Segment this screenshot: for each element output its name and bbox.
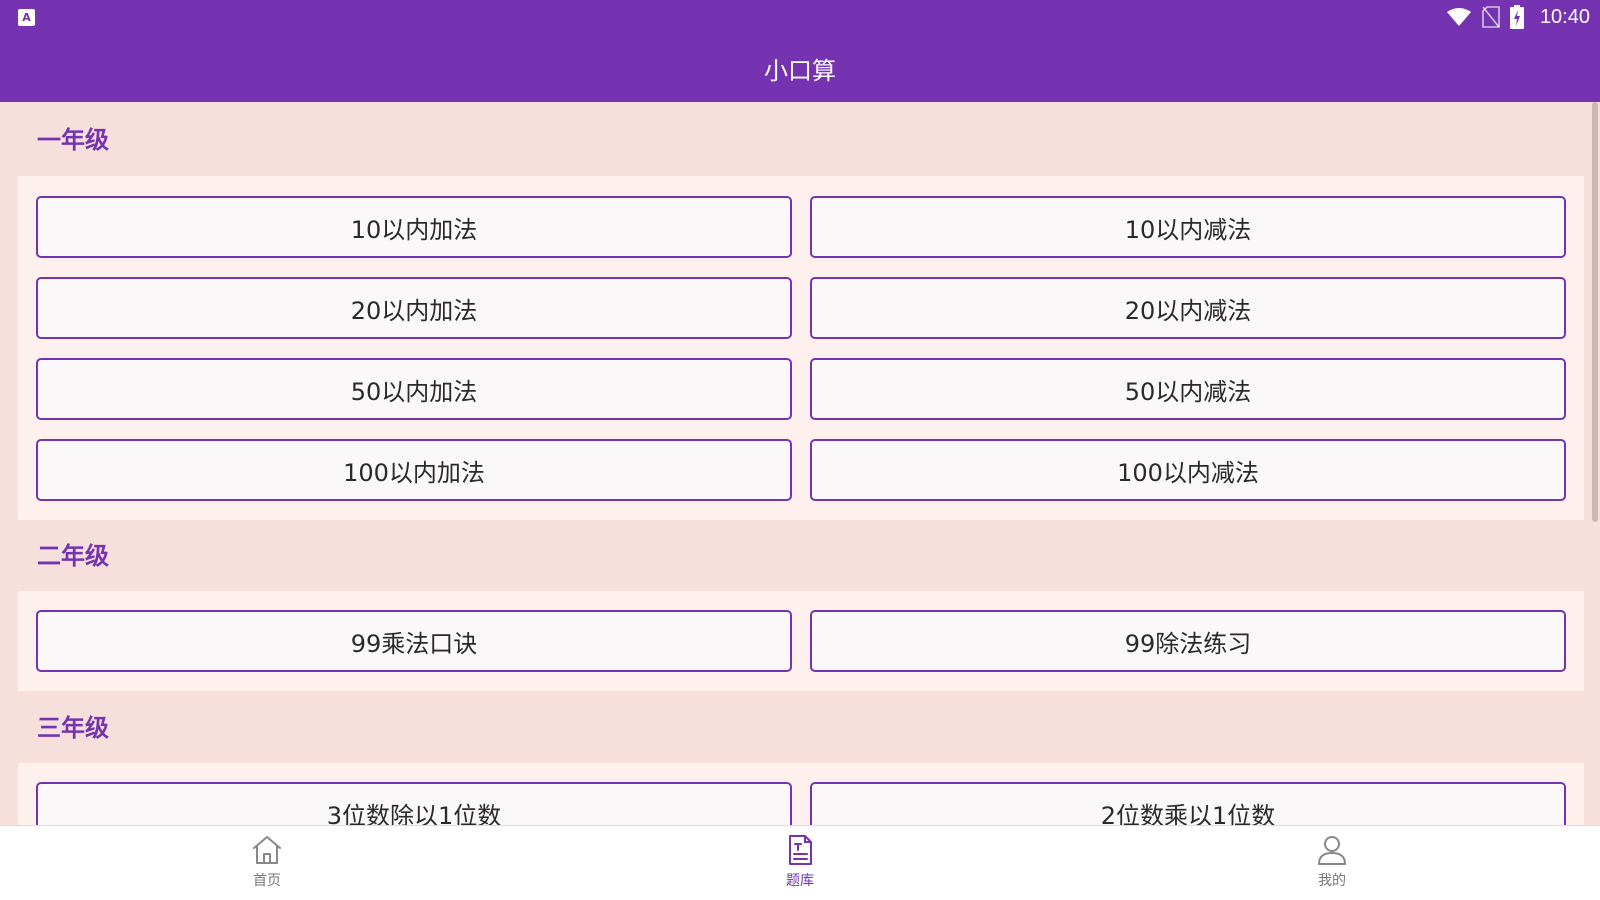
practice-button[interactable]: 99除法练习 [810, 610, 1566, 672]
practice-button[interactable]: 100以内加法 [36, 439, 792, 501]
practice-button[interactable]: 10以内加法 [36, 196, 792, 258]
status-bar: A 10:40 [0, 0, 1600, 34]
nav-profile-label: 我的 [1318, 873, 1346, 889]
home-icon [253, 836, 281, 864]
practice-button[interactable]: 50以内减法 [810, 358, 1566, 420]
app-notification-icon: A [18, 9, 35, 26]
practice-button[interactable]: 20以内加法 [36, 277, 792, 339]
practice-button[interactable]: 100以内减法 [810, 439, 1566, 501]
page-title: 小口算 [764, 56, 836, 85]
no-sim-icon [1482, 6, 1500, 28]
wifi-icon [1446, 8, 1471, 26]
battery-icon [1509, 5, 1524, 29]
practice-button[interactable]: 10以内减法 [810, 196, 1566, 258]
bottom-navigation: 首页 题库 我的 [0, 825, 1600, 900]
question-bank-list[interactable]: 一年级 10以内加法 10以内减法 20以内加法 20以内减法 50以内加法 5… [0, 102, 1600, 825]
practice-button[interactable]: 99乘法口诀 [36, 610, 792, 672]
nav-question-bank-label: 题库 [786, 873, 814, 889]
nav-profile[interactable]: 我的 [1272, 834, 1392, 890]
app-bar: 小口算 [0, 34, 1600, 102]
nav-home[interactable]: 首页 [207, 834, 327, 890]
section-title-grade-1: 一年级 [37, 126, 109, 154]
section-panel-grade-2: 99乘法口诀 99除法练习 [18, 591, 1584, 691]
section-title-grade-2: 二年级 [37, 542, 109, 570]
section-panel-grade-1: 10以内加法 10以内减法 20以内加法 20以内减法 50以内加法 50以内减… [18, 176, 1584, 520]
practice-button[interactable]: 2位数乘以1位数 [810, 782, 1566, 825]
person-icon [1318, 836, 1346, 865]
scrollbar[interactable] [1592, 102, 1598, 522]
practice-button[interactable]: 20以内减法 [810, 277, 1566, 339]
section-title-grade-3: 三年级 [37, 714, 109, 742]
nav-home-label: 首页 [253, 873, 281, 889]
practice-button[interactable]: 50以内加法 [36, 358, 792, 420]
status-time: 10:40 [1539, 5, 1590, 28]
nav-question-bank[interactable]: 题库 [740, 834, 860, 890]
practice-button[interactable]: 3位数除以1位数 [36, 782, 792, 825]
document-icon [789, 835, 812, 865]
section-panel-grade-3: 3位数除以1位数 2位数乘以1位数 [18, 763, 1584, 825]
